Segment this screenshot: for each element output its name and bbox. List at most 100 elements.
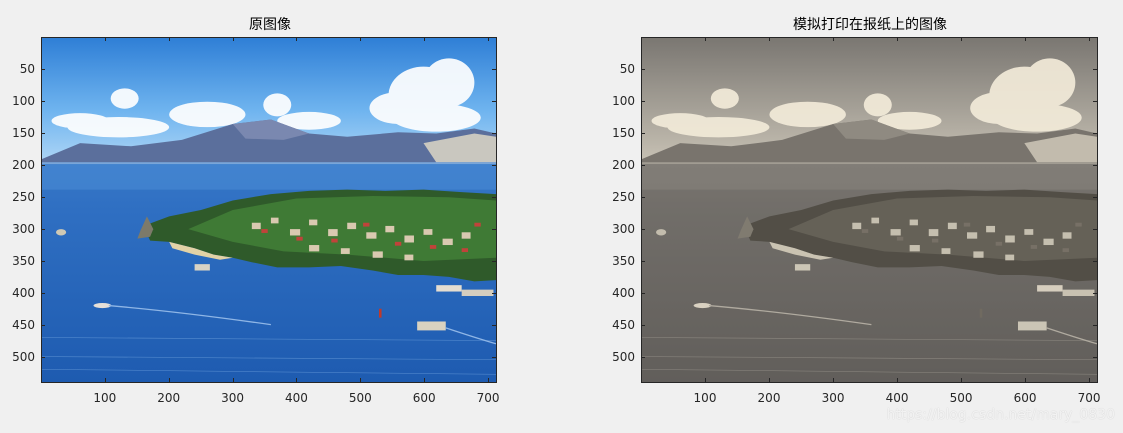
axes-newspaper-ytick-label: 400 bbox=[612, 286, 635, 301]
axes-original-xtick-mark bbox=[360, 37, 362, 41]
axes-original-xtick-mark bbox=[488, 378, 490, 382]
axes-original-ytick-mark bbox=[492, 293, 496, 295]
axes-original-ytick-mark bbox=[492, 325, 496, 327]
axes-newspaper-ytick-mark bbox=[1093, 101, 1097, 103]
axes-newspaper-ytick-label: 50 bbox=[619, 62, 635, 77]
axes-original bbox=[41, 37, 497, 383]
axes-original-xtick-label: 400 bbox=[285, 391, 308, 405]
axes-newspaper-xtick-mark bbox=[961, 37, 963, 41]
axes-original-xtick-mark bbox=[488, 37, 490, 41]
axes-newspaper-xtick-mark bbox=[897, 37, 899, 41]
axes-original-ytick-mark bbox=[41, 101, 45, 103]
axes-newspaper-ytick-mark bbox=[1093, 261, 1097, 263]
axes-original-ytick-mark bbox=[41, 357, 45, 359]
watermark: https://blog.csdn.net/mary_0830 bbox=[886, 407, 1115, 423]
axes-newspaper-xtick-mark bbox=[769, 37, 770, 41]
axes-newspaper-ytick-mark bbox=[641, 101, 645, 103]
axes-newspaper-xtick-mark bbox=[1025, 378, 1027, 382]
axes-original-xtick-mark bbox=[296, 378, 298, 382]
axes-original-ytick-label: 150 bbox=[12, 126, 35, 141]
axes-original-ytick-mark bbox=[492, 133, 496, 135]
axes-original-ytick-label: 350 bbox=[12, 254, 35, 269]
axes-original-ytick-mark bbox=[41, 165, 45, 167]
axes-newspaper-ytick-mark bbox=[1093, 325, 1097, 327]
axes-original-xtick-mark bbox=[296, 37, 298, 41]
axes-original-title: 原图像 bbox=[249, 17, 291, 33]
axes-newspaper-xtick-label: 700 bbox=[1077, 391, 1101, 405]
axes-original-xtick-label: 300 bbox=[221, 391, 245, 405]
axes-original-ytick-mark bbox=[41, 293, 45, 295]
axes-newspaper-ytick-mark bbox=[641, 293, 645, 295]
axes-original-xtick-label: 600 bbox=[412, 391, 436, 405]
axes-original-xtick-mark bbox=[168, 37, 170, 41]
axes-newspaper-ytick-label: 200 bbox=[612, 158, 635, 173]
axes-original-ytick-mark bbox=[41, 261, 45, 263]
axes-original-xtick-mark bbox=[360, 378, 362, 382]
axes-newspaper-xtick-mark bbox=[1089, 378, 1091, 382]
axes-newspaper-xtick-mark bbox=[961, 378, 963, 382]
axes-newspaper-xtick-mark bbox=[705, 378, 706, 382]
axes-newspaper-ytick-mark bbox=[641, 325, 645, 327]
axes-original-ytick-label: 300 bbox=[12, 222, 35, 237]
axes-original-xtick-mark bbox=[168, 378, 170, 382]
axes-newspaper-ytick-mark bbox=[1093, 197, 1097, 199]
axes-original-ytick-mark bbox=[41, 197, 45, 199]
axes-newspaper-xtick-mark bbox=[833, 378, 835, 382]
axes-original-xtick-mark bbox=[104, 37, 106, 41]
axes-newspaper-xtick-label: 300 bbox=[821, 391, 845, 405]
axes-original-xtick-label: 700 bbox=[476, 391, 500, 405]
axes-original-ytick-mark bbox=[492, 229, 496, 231]
axes-newspaper-ytick-mark bbox=[641, 69, 645, 71]
axes-newspaper-xtick-mark bbox=[769, 378, 770, 382]
axes-original-xtick-mark bbox=[232, 37, 234, 41]
axes-newspaper-ytick-mark bbox=[1093, 357, 1097, 359]
axes-newspaper-xtick-label: 400 bbox=[885, 391, 909, 405]
axes-original-ytick-mark bbox=[41, 69, 45, 71]
axes-newspaper-ytick-label: 450 bbox=[612, 318, 635, 333]
axes-newspaper bbox=[641, 37, 1098, 383]
axes-newspaper-xtick-label: 600 bbox=[1013, 391, 1037, 405]
axes-newspaper-ytick-label: 250 bbox=[612, 190, 635, 205]
axes-newspaper-xtick-mark bbox=[1025, 37, 1027, 41]
axes-newspaper-xtick-mark bbox=[705, 37, 706, 41]
image-content bbox=[42, 38, 496, 382]
axes-original-ytick-mark bbox=[492, 197, 496, 199]
axes-original-xtick-mark bbox=[424, 378, 426, 382]
axes-original-ytick-label: 100 bbox=[12, 94, 35, 109]
axes-original-xtick-mark bbox=[104, 378, 106, 382]
axes-newspaper-ytick-mark bbox=[641, 229, 645, 231]
axes-original-ytick-mark bbox=[41, 133, 45, 135]
axes-original-ytick-mark bbox=[41, 325, 45, 327]
axes-original-xtick-mark bbox=[424, 37, 426, 41]
axes-original-ytick-mark bbox=[492, 357, 496, 359]
axes-original-ytick-mark bbox=[492, 165, 496, 167]
axes-original-ytick-label: 450 bbox=[12, 318, 35, 333]
axes-newspaper-ytick-mark bbox=[1093, 229, 1097, 231]
axes-original-xtick-label: 500 bbox=[348, 391, 372, 405]
axes-newspaper-ytick-label: 500 bbox=[612, 350, 635, 365]
axes-newspaper-ytick-mark bbox=[1093, 293, 1097, 295]
axes-newspaper-ytick-label: 350 bbox=[612, 254, 635, 269]
axes-original-ytick-label: 50 bbox=[19, 62, 35, 77]
axes-newspaper-ytick-mark bbox=[641, 197, 645, 199]
axes-newspaper-xtick-mark bbox=[897, 378, 899, 382]
axes-newspaper-ytick-label: 150 bbox=[612, 126, 635, 141]
axes-original-ytick-label: 400 bbox=[12, 286, 35, 301]
axes-original-ytick-mark bbox=[41, 229, 45, 231]
axes-newspaper-ytick-mark bbox=[641, 133, 645, 135]
axes-original-ytick-label: 500 bbox=[12, 350, 35, 365]
axes-original-ytick-label: 200 bbox=[12, 158, 35, 173]
axes-newspaper-xtick-label: 100 bbox=[693, 391, 717, 405]
axes-original-ytick-mark bbox=[492, 69, 496, 71]
axes-original-ytick-mark bbox=[492, 101, 496, 103]
axes-original-ytick-mark bbox=[492, 261, 496, 263]
axes-newspaper-ytick-mark bbox=[1093, 133, 1097, 135]
axes-newspaper-ytick-mark bbox=[641, 357, 645, 359]
axes-newspaper-title: 模拟打印在报纸上的图像 bbox=[793, 17, 947, 33]
axes-newspaper-ytick-mark bbox=[641, 165, 645, 167]
axes-original-xtick-label: 200 bbox=[157, 391, 181, 405]
axes-newspaper-xtick-label: 200 bbox=[757, 391, 781, 405]
axes-newspaper-xtick-label: 500 bbox=[949, 391, 973, 405]
axes-newspaper-ytick-mark bbox=[1093, 69, 1097, 71]
axes-newspaper-ytick-mark bbox=[1093, 165, 1097, 167]
